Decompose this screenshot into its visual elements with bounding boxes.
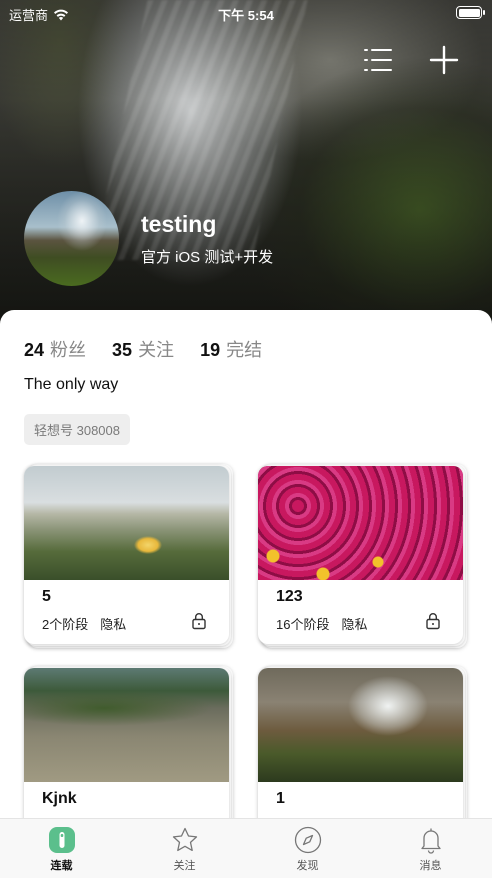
tab-serial[interactable]: 连载 [0,819,123,878]
star-icon [172,827,197,852]
lock-icon [192,613,206,630]
story-privacy: 隐私 [341,617,368,632]
story-meta: 16个阶段 隐私 [276,614,367,633]
clock: 下午 5:54 [218,8,274,23]
profile-tagline: 官方 iOS 测试+开发 [141,248,274,266]
tab-bar: 连载 关注 发现 消息 [0,818,492,878]
add-button[interactable] [428,44,460,76]
tab-label: 消息 [419,860,442,872]
stat-label: 关注 [138,340,175,360]
lock-icon [426,613,440,630]
tab-messages[interactable]: 消息 [369,819,492,878]
menu-button[interactable] [362,44,394,76]
story-meta: 2个阶段 隐私 [42,614,126,633]
tab-following[interactable]: 关注 [123,819,246,878]
stat-following[interactable]: 35 关注 [112,336,174,362]
stat-count: 19 [200,340,221,360]
tab-label: 发现 [296,860,319,872]
tab-discover[interactable]: 发现 [246,819,369,878]
plus-icon [429,45,459,75]
story-title: 5 [42,588,51,605]
stat-label: 完结 [226,340,263,360]
story-cover-image [258,668,463,782]
battery-icon [456,6,485,19]
story-card[interactable]: 123 16个阶段 隐私 [258,464,467,648]
profile-motto: The only way [24,376,119,393]
story-cover-image [258,466,463,580]
profile-header: testing 官方 iOS 测试+开发 [24,191,273,286]
story-cover-image [24,668,229,782]
bell-icon [420,828,441,854]
header-actions [362,44,460,76]
story-stages: 16个阶段 [276,617,330,632]
story-title: 1 [276,790,285,807]
list-menu-icon [364,49,392,71]
stat-followers[interactable]: 24 粉丝 [24,336,86,362]
story-stages: 2个阶段 [42,617,89,632]
avatar[interactable] [24,191,119,286]
stat-completed[interactable]: 19 完结 [200,336,262,362]
story-cover-image [24,466,229,580]
profile-text: testing 官方 iOS 测试+开发 [141,211,273,267]
story-card[interactable]: 5 2个阶段 隐私 [24,464,233,648]
user-id-chip[interactable]: 轻想号 308008 [24,414,130,445]
tab-label: 关注 [173,860,196,872]
username: testing [141,210,217,237]
profile-sheet: 24 粉丝 35 关注 19 完结 The only way 轻想号 308008 5… [0,310,492,878]
compass-icon [294,826,321,854]
story-title: 123 [276,588,303,605]
story-title: Kjnk [42,790,77,807]
story-privacy: 隐私 [100,617,127,632]
status-bar: 运营商 下午 5:54 [0,0,492,26]
tab-label: 连载 [50,860,73,872]
serial-icon [48,827,75,853]
stats-row: 24 粉丝 35 关注 19 完结 [24,336,262,362]
stat-count: 35 [112,340,133,360]
stat-count: 24 [24,340,45,360]
stat-label: 粉丝 [50,340,87,360]
